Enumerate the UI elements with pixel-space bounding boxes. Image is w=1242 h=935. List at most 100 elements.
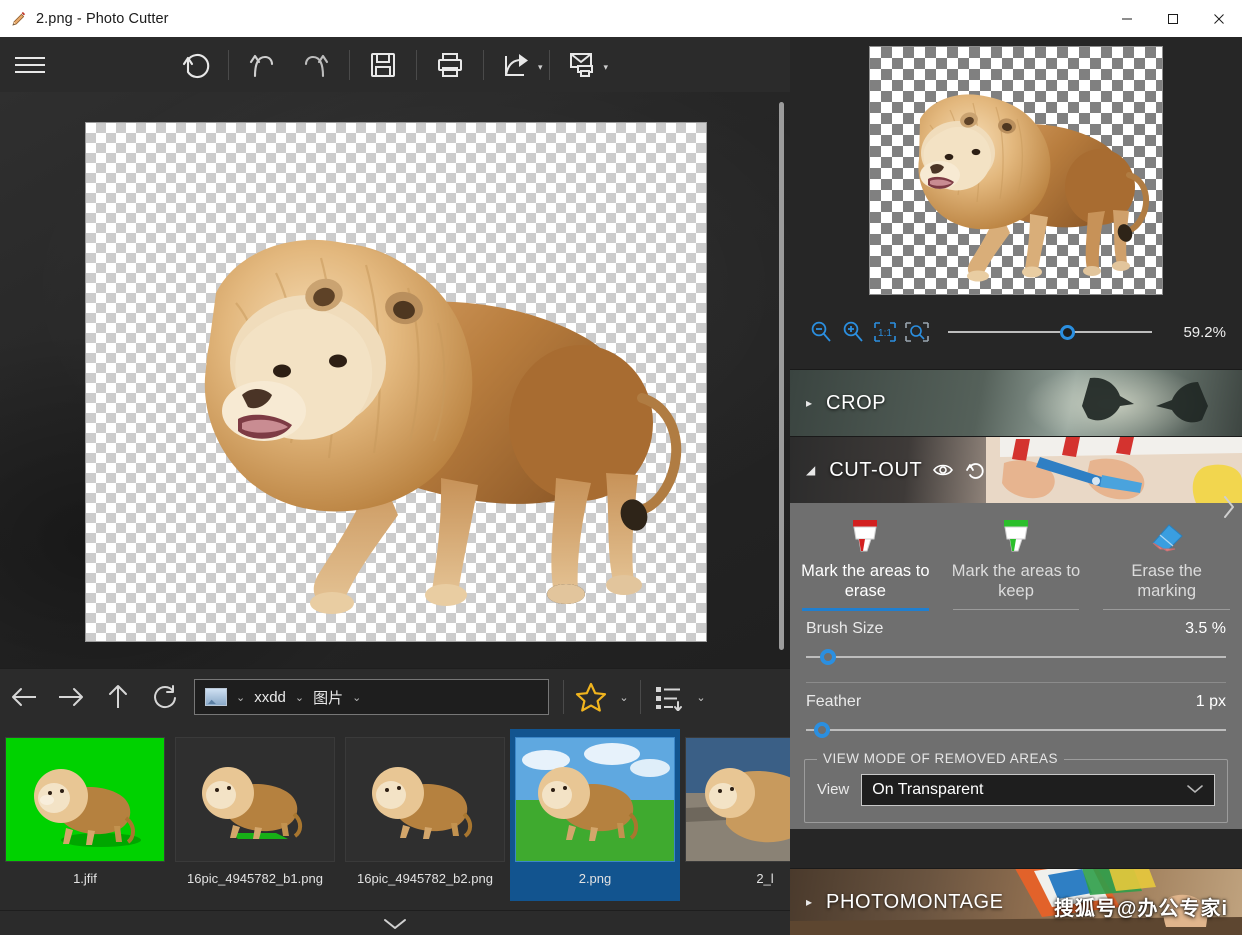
view-mode-selected-value: On Transparent [872, 780, 984, 798]
thumbnail-item-selected[interactable]: 2.png [510, 729, 680, 901]
share-dropdown-caret[interactable]: ▾ [538, 62, 543, 73]
chevron-down-icon[interactable] [1186, 783, 1204, 797]
toolbar-divider [228, 49, 229, 80]
tool-mark-erase[interactable]: Mark the areas to erase [790, 515, 941, 611]
tool-erase-marking-label: Erase the marking [1131, 562, 1202, 600]
minimize-button[interactable] [1104, 0, 1150, 37]
share-icon[interactable] [490, 37, 544, 92]
brush-size-header: Brush Size 3.5 % [806, 620, 1226, 638]
actual-size-icon[interactable]: 1:1 [870, 317, 900, 347]
thumbnail-item[interactable]: 16pic_4945782_b2.png [340, 729, 510, 901]
navbar-divider [640, 680, 641, 714]
photomontage-title: PHOTOMONTAGE [826, 890, 1004, 913]
crop-title: CROP [826, 391, 887, 414]
favorites-dropdown-caret[interactable]: ⌄ [613, 691, 635, 704]
thumbnail-item[interactable]: 1.jfif [0, 729, 170, 901]
redo-icon[interactable] [289, 37, 343, 92]
preview-image-box[interactable] [869, 45, 1163, 295]
preview-area [790, 37, 1242, 307]
file-browser-navbar: ⌄ xxdd ⌄ 图片 ⌄ ⌄ ⌄ [0, 668, 790, 725]
send-print-dropdown-caret[interactable]: ▾ [604, 62, 609, 73]
brush-size-slider[interactable] [806, 646, 1226, 668]
window-title: 2.png - Photo Cutter [36, 10, 169, 27]
section-crop[interactable]: ▸ CROP [790, 369, 1242, 436]
cutout-title: CUT-OUT [829, 458, 923, 481]
thumbnail-image [515, 737, 675, 862]
zoom-in-icon[interactable] [838, 317, 868, 347]
save-icon[interactable] [356, 37, 410, 92]
photomontage-expand-triangle[interactable]: ▸ [806, 895, 812, 909]
cutout-collapse-triangle[interactable]: ◢ [806, 463, 815, 477]
thumbnail-image [345, 737, 505, 862]
sort-dropdown-caret[interactable]: ⌄ [690, 691, 712, 704]
green-marker-icon [994, 515, 1038, 555]
star-icon[interactable] [569, 672, 613, 722]
crop-expand-triangle[interactable]: ▸ [806, 396, 812, 410]
canvas-document[interactable] [85, 122, 707, 642]
image-canvas[interactable] [0, 92, 790, 668]
brush-size-knob[interactable] [820, 648, 837, 665]
thumbnail-strip[interactable]: 1.jfif 16pic_4945782_b1.png 16pic_494578… [0, 724, 790, 910]
breadcrumb[interactable]: ⌄ xxdd ⌄ 图片 ⌄ [194, 679, 549, 715]
cutout-tool-row: Mark the areas to erase Mark the areas t… [790, 503, 1242, 611]
section-cutout[interactable]: ◢ CUT-OUT [790, 436, 1242, 503]
canvas-scrollbar-thumb[interactable] [779, 102, 784, 650]
zoom-slider-knob[interactable] [1059, 325, 1075, 340]
cutout-panel-body: Mark the areas to erase Mark the areas t… [790, 503, 1242, 829]
thumbnail-image [175, 737, 335, 862]
breadcrumb-chevron[interactable]: ⌄ [343, 691, 370, 704]
tool-mark-erase-label: Mark the areas to erase [801, 562, 930, 600]
thumbnail-label: 2_l [756, 871, 774, 886]
back-button[interactable] [0, 672, 47, 722]
feather-slider[interactable] [806, 719, 1226, 741]
picture-icon [205, 688, 227, 706]
zoom-out-icon[interactable] [806, 317, 836, 347]
tool-mark-keep-label: Mark the areas to keep [951, 562, 1081, 600]
navbar-divider [563, 680, 564, 714]
sort-list-icon[interactable] [646, 672, 690, 722]
send-print-button[interactable]: ▾ [556, 37, 610, 92]
thumbnail-strip-expand-button[interactable] [0, 910, 790, 935]
thumbnail-item[interactable]: 2_l [680, 729, 790, 901]
section-photomontage[interactable]: ▸ PHOTOMONTAGE 搜狐号@办公专家i [790, 868, 1242, 935]
refresh-button[interactable] [141, 672, 188, 722]
print-icon[interactable] [423, 37, 477, 92]
breadcrumb-chevron[interactable]: ⌄ [227, 691, 254, 704]
eye-icon[interactable] [932, 461, 954, 479]
maximize-button[interactable] [1150, 0, 1196, 37]
tool-mark-keep-underline [952, 608, 1080, 610]
panel-expand-arrow[interactable] [1218, 477, 1240, 537]
undo-icon[interactable] [235, 37, 289, 92]
brush-size-track [806, 655, 1226, 658]
thumbnail-item[interactable]: 16pic_4945782_b1.png [170, 729, 340, 901]
view-mode-select[interactable]: On Transparent [861, 773, 1215, 806]
title-bar: 2.png - Photo Cutter [0, 0, 1242, 38]
view-mode-legend: VIEW MODE OF REMOVED AREAS [817, 750, 1065, 766]
thumbnail-image [685, 737, 790, 862]
tool-mark-erase-underline [802, 607, 929, 611]
toolbar-divider [416, 49, 417, 80]
breadcrumb-chevron[interactable]: ⌄ [286, 691, 313, 704]
eraser-icon [1145, 515, 1189, 555]
revert-icon[interactable] [168, 37, 222, 92]
forward-button[interactable] [47, 672, 94, 722]
reset-icon[interactable] [964, 460, 986, 480]
canvas-vertical-scrollbar[interactable] [774, 92, 788, 668]
svg-text:1:1: 1:1 [878, 328, 892, 339]
share-button[interactable]: ▾ [490, 37, 543, 92]
fit-to-window-icon[interactable] [902, 317, 932, 347]
breadcrumb-segment-drive[interactable]: xxdd [254, 689, 286, 706]
view-mode-row: View On Transparent [817, 773, 1215, 806]
up-button[interactable] [94, 672, 141, 722]
close-button[interactable] [1196, 0, 1242, 37]
feather-header: Feather 1 px [806, 693, 1226, 711]
red-marker-icon [843, 515, 887, 555]
thumbnail-image [5, 737, 165, 862]
hamburger-menu-icon[interactable] [2, 37, 58, 92]
breadcrumb-segment-folder[interactable]: 图片 [313, 687, 343, 708]
tool-mark-keep[interactable]: Mark the areas to keep [941, 515, 1092, 610]
feather-knob[interactable] [814, 721, 831, 738]
send-print-icon[interactable] [556, 37, 610, 92]
title-left-group: 2.png - Photo Cutter [0, 10, 169, 28]
zoom-slider[interactable] [948, 322, 1152, 342]
